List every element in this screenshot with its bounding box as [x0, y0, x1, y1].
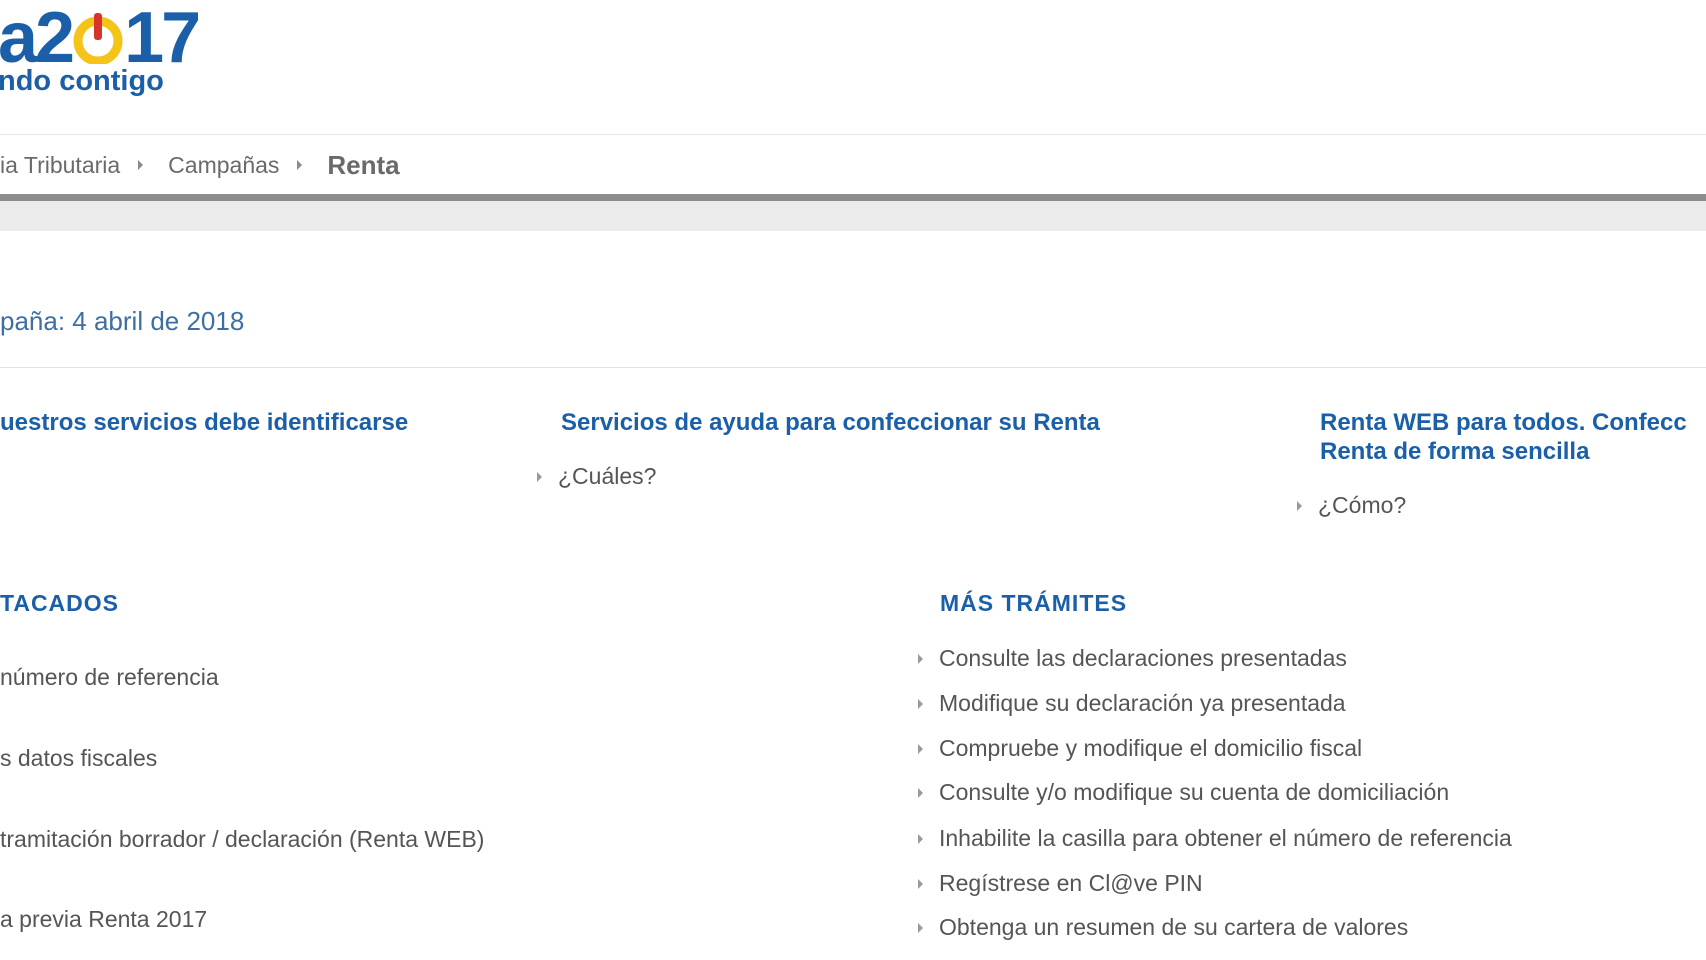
renta-web-heading-line2: Renta de forma sencilla — [1320, 438, 1590, 465]
tramite-item-label: Modifique su declaración ya presentada — [939, 690, 1346, 716]
tramite-item-label: Consulte las declaraciones presentadas — [939, 645, 1347, 671]
arrow-right-icon — [537, 471, 542, 482]
services-help-link-label: ¿Cuáles? — [558, 463, 657, 489]
header-divider — [0, 134, 1706, 135]
tramite-item-label: Consulte y/o modifique su cuenta de domi… — [939, 779, 1450, 805]
destacado-item[interactable]: tramitación borrador / declaración (Rent… — [0, 826, 484, 853]
destacado-item[interactable]: a previa Renta 2017 — [0, 906, 207, 933]
renta-web-heading-line1: Renta WEB para todos. Confecc — [1320, 409, 1687, 436]
breadcrumb-item-agencia[interactable]: ia Tributaria — [0, 152, 120, 179]
logo-tagline: ndo contigo — [0, 65, 164, 97]
renta-web-heading[interactable]: Renta WEB para todos. Confecc Renta de f… — [1320, 408, 1687, 466]
nav-divider-bar — [0, 194, 1706, 201]
tramite-item[interactable]: Regístrese en Cl@ve PIN — [918, 870, 1203, 897]
page: a2 17 ndo contigo ia Tributaria Campañas … — [0, 0, 1706, 960]
renta-web-link-label: ¿Cómo? — [1318, 492, 1407, 518]
breadcrumb: ia Tributaria Campañas Renta — [0, 146, 400, 184]
arrow-right-icon — [1297, 500, 1302, 511]
breadcrumb-separator-icon — [138, 160, 144, 170]
arrow-right-icon — [918, 922, 923, 933]
arrow-right-icon — [918, 653, 923, 664]
tramite-item-label: Obtenga un resumen de su cartera de valo… — [939, 914, 1409, 940]
nav-band — [0, 201, 1706, 231]
power-icon — [73, 4, 123, 66]
arrow-right-icon — [918, 787, 923, 798]
services-identify-heading[interactable]: uestros servicios debe identificarse — [0, 408, 408, 437]
site-logo[interactable]: a2 17 ndo contigo — [0, 0, 201, 110]
breadcrumb-item-campanas[interactable]: Campañas — [168, 152, 279, 179]
tramite-item[interactable]: Obtenga un resumen de su cartera de valo… — [918, 914, 1408, 941]
tramite-item[interactable]: Modifique su declaración ya presentada — [918, 690, 1346, 717]
destacado-item[interactable]: número de referencia — [0, 664, 219, 691]
tramite-item[interactable]: Compruebe y modifique el domicilio fisca… — [918, 735, 1362, 762]
destacado-item[interactable]: s datos fiscales — [0, 745, 157, 772]
logo-wordmark: a2 17 — [0, 2, 201, 74]
tramite-item-label: Inhabilite la casilla para obtener el nú… — [939, 825, 1512, 851]
services-help-heading[interactable]: Servicios de ayuda para confeccionar su … — [561, 408, 1100, 437]
tramite-item-label: Compruebe y modifique el domicilio fisca… — [939, 735, 1363, 761]
services-help-link[interactable]: ¿Cuáles? — [537, 463, 656, 490]
renta-web-link[interactable]: ¿Cómo? — [1297, 492, 1406, 519]
arrow-right-icon — [918, 833, 923, 844]
mas-tramites-heading: MÁS TRÁMITES — [940, 590, 1128, 616]
tramite-item[interactable]: Consulte las declaraciones presentadas — [918, 645, 1347, 672]
breadcrumb-separator-icon — [297, 160, 303, 170]
arrow-right-icon — [918, 743, 923, 754]
tramite-item[interactable]: Inhabilite la casilla para obtener el nú… — [918, 825, 1512, 852]
destacados-heading: TACADOS — [0, 590, 120, 616]
tramite-item-label: Regístrese en Cl@ve PIN — [939, 870, 1203, 896]
tramite-item[interactable]: Consulte y/o modifique su cuenta de domi… — [918, 779, 1449, 806]
arrow-right-icon — [918, 878, 923, 889]
breadcrumb-current: Renta — [327, 149, 400, 180]
campaign-divider — [0, 367, 1706, 368]
campaign-date: paña: 4 abril de 2018 — [0, 306, 245, 336]
arrow-right-icon — [918, 698, 923, 709]
